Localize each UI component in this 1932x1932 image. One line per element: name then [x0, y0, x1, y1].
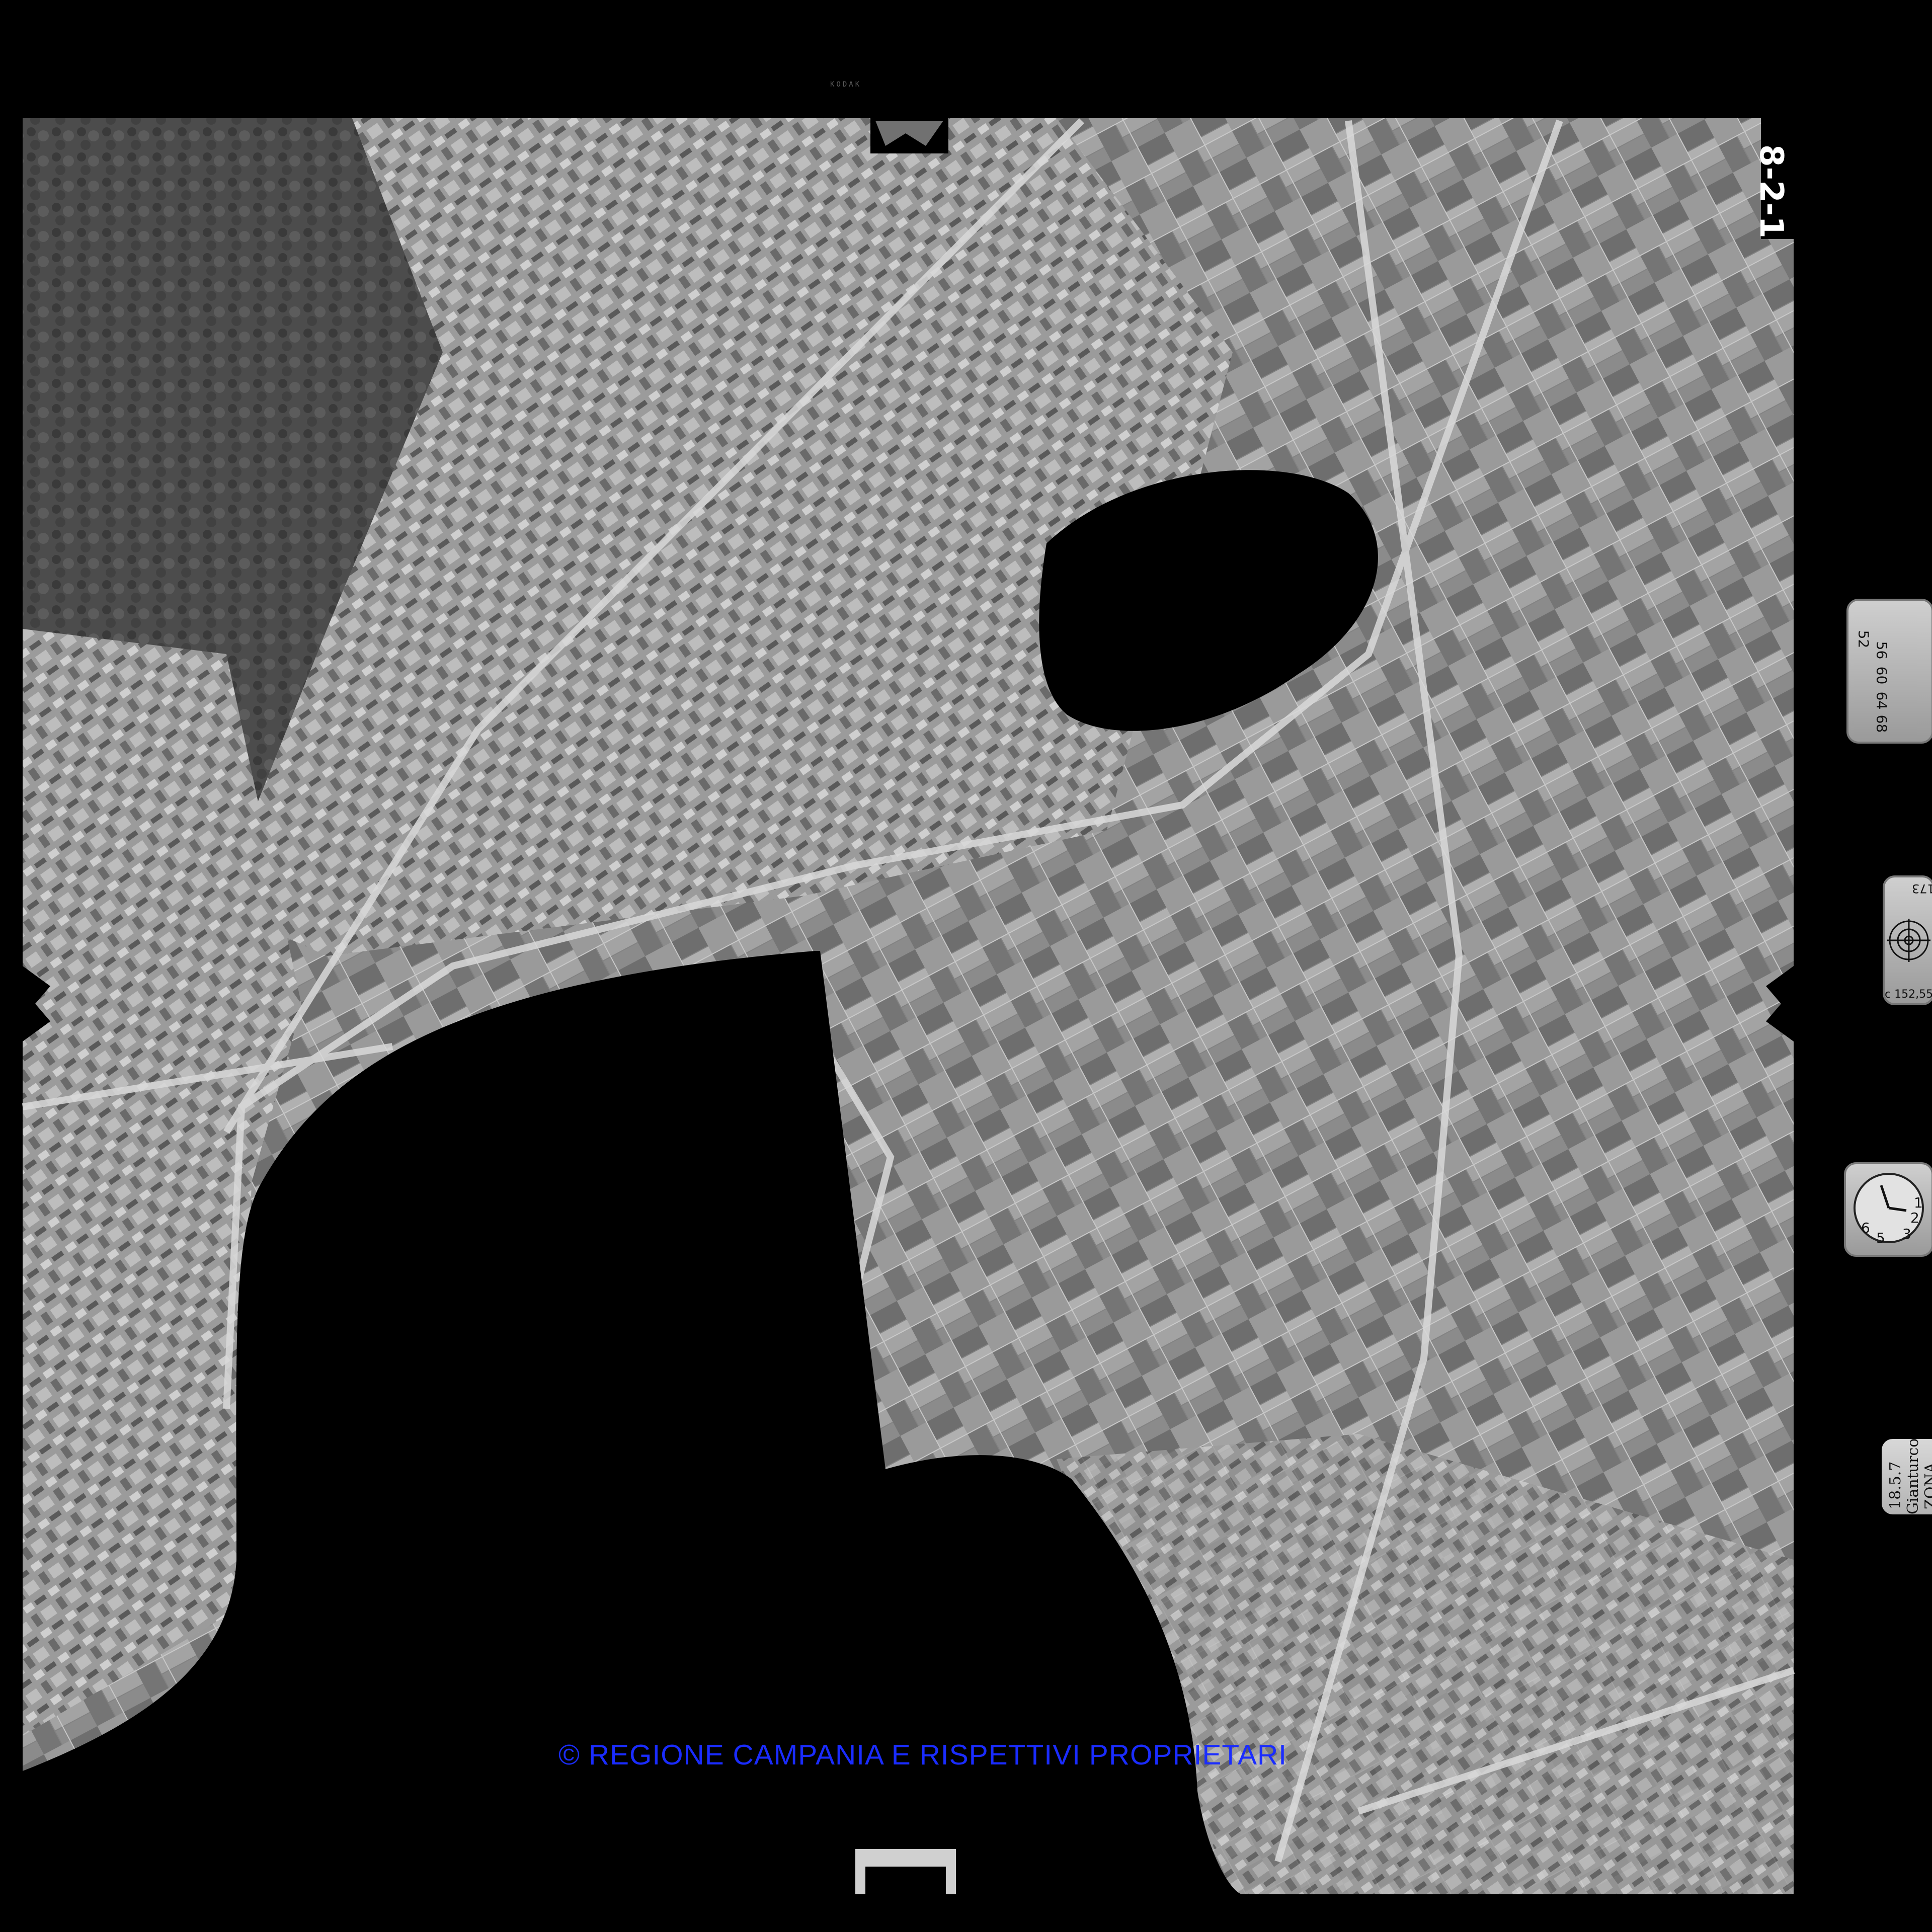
film-strip-label: KODAK — [830, 80, 862, 89]
camera-data-gauge: Nr 21173 c 152,55 — [1883, 875, 1932, 1005]
focal-length: c 152,55 — [1885, 988, 1932, 1001]
altimeter-mark: 52 — [1855, 630, 1872, 649]
clock-digit: 5 — [1876, 1230, 1885, 1246]
altimeter-gauge: 52 56 60 64 68 — [1846, 599, 1932, 744]
aerial-photo — [0, 0, 1932, 1932]
copyright-watermark: © REGIONE CAMPANIA E RISPETTIVI PROPRIET… — [558, 1739, 1287, 1771]
clock-digit: 1 — [1914, 1194, 1923, 1211]
crosshair-icon — [1887, 919, 1930, 962]
altimeter-mark: 68 — [1873, 714, 1890, 733]
clock-gauge: 1 2 3 5 6 — [1844, 1162, 1932, 1257]
clock-digit: 3 — [1902, 1226, 1911, 1242]
altimeter-mark: 56 — [1873, 641, 1890, 660]
clock-digit: 2 — [1910, 1210, 1919, 1226]
note-line: Gianturco — [1904, 1438, 1922, 1514]
altimeter-mark: 60 — [1873, 666, 1890, 685]
note-line: ZONA — [1922, 1462, 1932, 1509]
note-line: 18.5.7 — [1887, 1461, 1904, 1509]
clock-digit: 6 — [1861, 1220, 1870, 1236]
aerial-photo-frame: KODAK 8-2-1 52 56 60 64 68 Nr 21173 c 15… — [0, 0, 1932, 1932]
camera-serial: Nr 21173 — [1912, 881, 1932, 896]
frame-number: 8-2-1 — [1752, 144, 1790, 238]
handwritten-note: ZONA Gianturco 18.5.7 — [1882, 1438, 1932, 1514]
altimeter-mark: 64 — [1873, 691, 1890, 710]
